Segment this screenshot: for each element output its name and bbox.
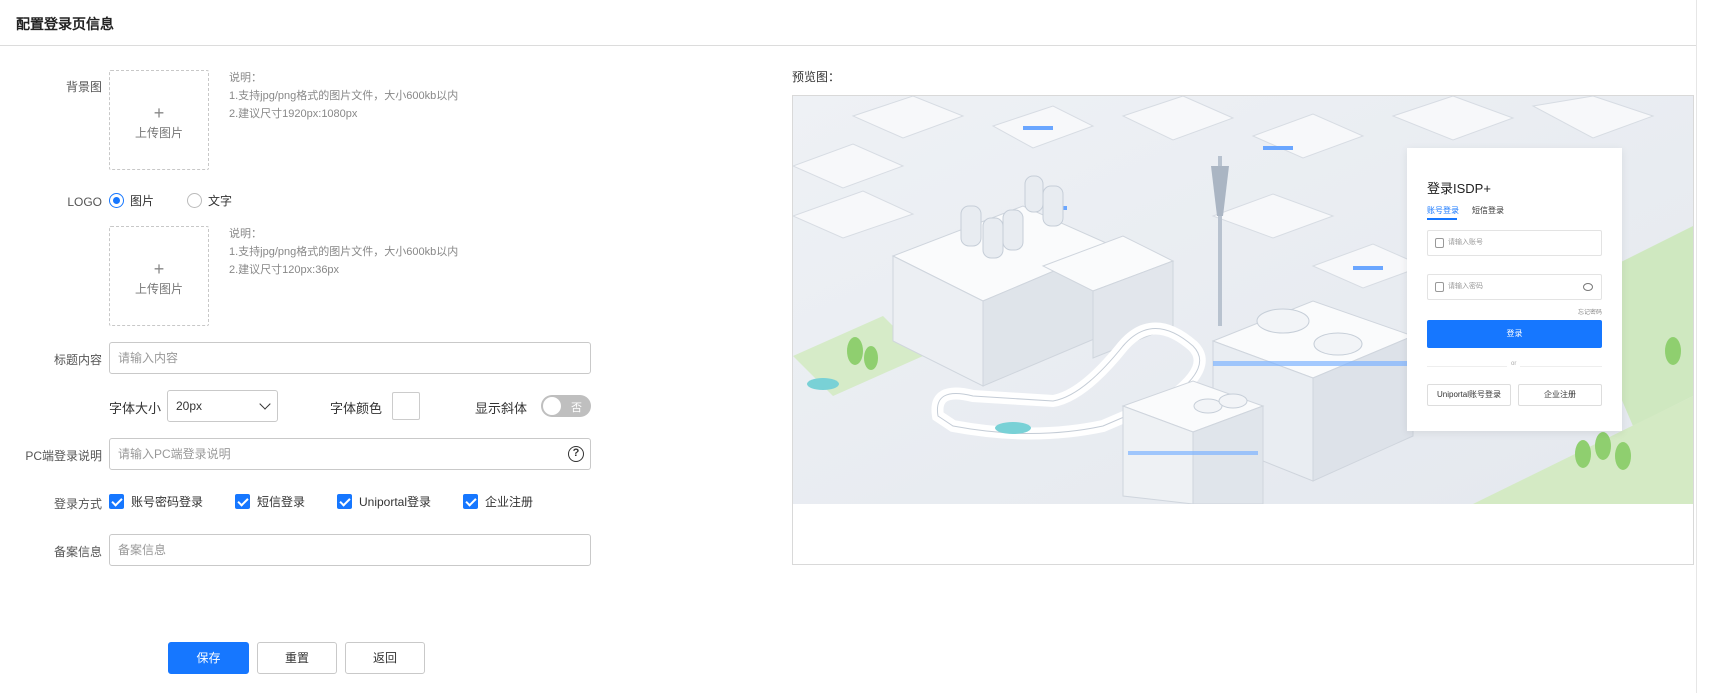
checkbox-checked-icon: [337, 494, 352, 509]
font-color-picker[interactable]: [392, 392, 420, 420]
user-icon: [1435, 238, 1444, 248]
preview-tab-indicator: [1427, 218, 1457, 220]
toggle-knob: [543, 397, 561, 415]
login-method-uniportal[interactable]: Uniportal登录: [337, 493, 431, 510]
radio-unchecked-icon: [187, 193, 202, 208]
logo-label: LOGO: [67, 195, 102, 209]
italic-label: 显示斜体: [475, 401, 528, 416]
plus-icon: +: [153, 103, 165, 123]
login-method-sms[interactable]: 短信登录: [235, 493, 305, 510]
preview-login-card: 登录ISDP+ 账号登录 短信登录 请输入账号 请输入密码 忘记密码 登录 or…: [1407, 148, 1622, 431]
pc-desc-input[interactable]: 请输入PC端登录说明 ?: [109, 438, 591, 470]
preview-login-title: 登录ISDP+: [1427, 181, 1491, 196]
title-content-label: 标题内容: [53, 353, 102, 367]
checkbox-checked-icon: [463, 494, 478, 509]
font-color-label: 字体颜色: [330, 401, 383, 416]
page-title: 配置登录页信息: [16, 16, 114, 32]
right-scrollbar-track: [1696, 0, 1697, 693]
checkbox-checked-icon: [235, 494, 250, 509]
preview-login-button: 登录: [1427, 320, 1602, 348]
login-methods-label: 登录方式: [53, 497, 102, 511]
login-method-register[interactable]: 企业注册: [463, 493, 533, 510]
title-content-input[interactable]: 请输入内容: [109, 342, 591, 374]
upload-label: 上传图片: [134, 282, 183, 296]
eye-off-icon: [1583, 283, 1593, 291]
preview-or-divider: or: [1427, 361, 1602, 367]
checkbox-checked-icon: [109, 494, 124, 509]
font-size-label: 字体大小: [109, 401, 162, 416]
preview-register-button: 企业注册: [1518, 384, 1602, 406]
page-header: 配置登录页信息: [0, 0, 1696, 46]
plus-icon: +: [153, 259, 165, 279]
preview-tab-account: 账号登录: [1427, 206, 1459, 215]
preview-account-input: 请输入账号: [1427, 230, 1602, 256]
background-note: 说明： 1.支持jpg/png格式的图片文件，大小600kb以内 2.建议尺寸1…: [229, 72, 459, 120]
preview-uniportal-button: Uniportal账号登录: [1427, 384, 1511, 406]
background-label: 背景图: [65, 80, 102, 94]
logo-note: 说明： 1.支持jpg/png格式的图片文件，大小600kb以内 2.建议尺寸1…: [229, 228, 459, 276]
pc-desc-label: PC端登录说明: [25, 449, 102, 463]
help-icon[interactable]: ?: [568, 446, 584, 462]
preview-label: 预览图：: [792, 70, 841, 84]
upload-label: 上传图片: [134, 126, 183, 140]
preview-tab-sms: 短信登录: [1472, 206, 1504, 215]
chevron-down-icon: [259, 398, 271, 410]
filing-input[interactable]: 备案信息: [109, 534, 591, 566]
radio-checked-icon: [109, 193, 124, 208]
preview-password-input: 请输入密码: [1427, 274, 1602, 300]
reset-button[interactable]: 重置: [257, 642, 337, 674]
back-button[interactable]: 返回: [345, 642, 425, 674]
lock-icon: [1435, 282, 1444, 292]
login-method-account[interactable]: 账号密码登录: [109, 493, 203, 510]
font-size-select[interactable]: 20px: [167, 390, 278, 422]
preview-forgot-link: 忘记密码: [1577, 310, 1602, 316]
filing-label: 备案信息: [53, 545, 102, 559]
italic-toggle[interactable]: 否: [541, 395, 591, 417]
background-upload-button[interactable]: + 上传图片: [109, 70, 209, 170]
save-button[interactable]: 保存: [168, 642, 249, 674]
preview-panel: 登录ISDP+ 账号登录 短信登录 请输入账号 请输入密码 忘记密码 登录 or…: [792, 95, 1694, 565]
logo-upload-button[interactable]: + 上传图片: [109, 226, 209, 326]
logo-option-image[interactable]: 图片: [109, 192, 154, 209]
logo-option-text[interactable]: 文字: [187, 192, 232, 209]
